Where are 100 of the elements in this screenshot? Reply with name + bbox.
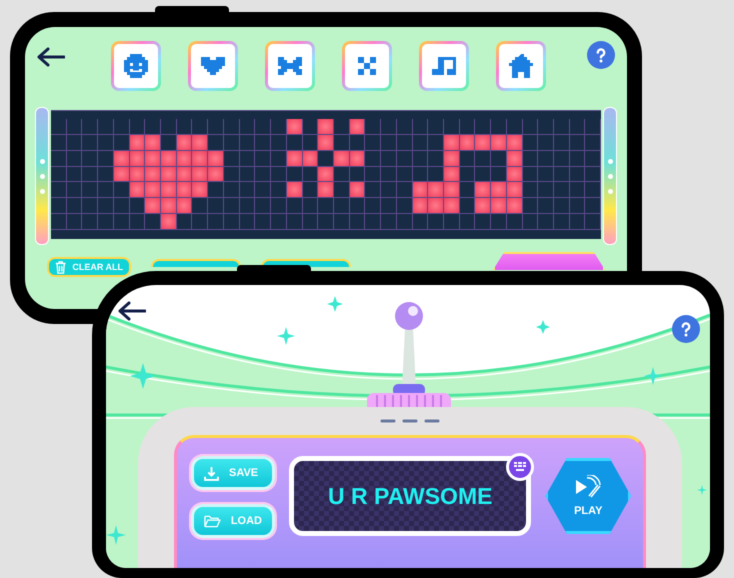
grid-cell[interactable] <box>475 150 492 167</box>
grid-cell[interactable] <box>554 182 570 198</box>
grid-cell[interactable] <box>192 214 208 230</box>
grid-cell[interactable] <box>286 119 302 135</box>
grid-cell[interactable] <box>522 214 538 230</box>
clear-all-button[interactable]: CLEAR ALL <box>47 257 131 277</box>
grid-cell[interactable] <box>114 214 130 230</box>
grid-cell[interactable] <box>506 182 523 198</box>
grid-cell[interactable] <box>240 198 256 214</box>
grid-cell[interactable] <box>208 134 224 151</box>
grid-cell[interactable] <box>460 198 476 214</box>
grid-cell[interactable] <box>302 214 318 230</box>
grid-cell[interactable] <box>161 166 177 182</box>
grid-cell[interactable] <box>412 182 428 198</box>
grid-cell[interactable] <box>381 198 397 214</box>
grid-cell[interactable] <box>240 119 256 135</box>
grid-cell[interactable] <box>491 166 507 182</box>
grid-cell[interactable] <box>381 134 397 151</box>
grid-cell[interactable] <box>318 182 334 198</box>
grid-cell[interactable] <box>271 166 287 182</box>
grid-cell[interactable] <box>208 214 224 230</box>
grid-cell[interactable] <box>114 198 130 214</box>
grid-cell[interactable] <box>475 166 492 182</box>
grid-cell[interactable] <box>538 182 554 198</box>
grid-cell[interactable] <box>585 119 602 135</box>
grid-cell[interactable] <box>475 182 492 198</box>
grid-cell[interactable] <box>396 119 413 135</box>
grid-cell[interactable] <box>51 198 67 214</box>
grid-cell[interactable] <box>350 198 366 214</box>
grid-cell[interactable] <box>538 214 554 230</box>
grid-cell[interactable] <box>365 182 382 198</box>
keyboard-button[interactable] <box>506 453 534 481</box>
category-button[interactable] <box>111 41 161 91</box>
grid-cell[interactable] <box>318 214 334 230</box>
grid-cell[interactable] <box>286 198 302 214</box>
grid-cell[interactable] <box>554 119 570 135</box>
grid-cell[interactable] <box>240 182 256 198</box>
grid-cell[interactable] <box>224 182 240 198</box>
grid-cell[interactable] <box>255 198 272 214</box>
grid-cell[interactable] <box>428 182 444 198</box>
grid-cell[interactable] <box>365 119 382 135</box>
grid-cell[interactable] <box>460 214 476 230</box>
grid-cell[interactable] <box>255 166 272 182</box>
grid-cell[interactable] <box>271 134 287 151</box>
grid-cell[interactable] <box>51 119 67 135</box>
grid-cell[interactable] <box>428 214 444 230</box>
grid-cell[interactable] <box>491 150 507 167</box>
grid-cell[interactable] <box>506 119 523 135</box>
grid-cell[interactable] <box>145 119 162 135</box>
grid-cell[interactable] <box>428 119 444 135</box>
grid-cell[interactable] <box>145 214 162 230</box>
grid-cell[interactable] <box>428 134 444 151</box>
grid-cell[interactable] <box>334 198 350 214</box>
back-arrow-icon[interactable] <box>37 47 65 67</box>
grid-cell[interactable] <box>318 198 334 214</box>
grid-cell[interactable] <box>522 198 538 214</box>
grid-cell[interactable] <box>554 134 570 151</box>
grid-cell[interactable] <box>192 166 208 182</box>
load-button[interactable]: LOAD <box>191 504 275 538</box>
grid-cell[interactable] <box>334 119 350 135</box>
grid-cell[interactable] <box>130 119 146 135</box>
grid-cell[interactable] <box>491 119 507 135</box>
grid-cell[interactable] <box>255 150 272 167</box>
save-button[interactable]: SAVE <box>191 456 275 490</box>
grid-cell[interactable] <box>145 166 162 182</box>
grid-cell[interactable] <box>192 119 208 135</box>
category-button[interactable] <box>496 41 546 91</box>
grid-cell[interactable] <box>570 198 586 214</box>
grid-cell[interactable] <box>334 214 350 230</box>
grid-cell[interactable] <box>365 150 382 167</box>
grid-cell[interactable] <box>585 182 602 198</box>
grid-cell[interactable] <box>491 134 507 151</box>
grid-cell[interactable] <box>51 214 67 230</box>
grid-cell[interactable] <box>522 119 538 135</box>
grid-cell[interactable] <box>98 214 114 230</box>
category-button[interactable] <box>419 41 469 91</box>
grid-cell[interactable] <box>176 119 192 135</box>
grid-cell[interactable] <box>145 198 162 214</box>
grid-cell[interactable] <box>114 119 130 135</box>
grid-cell[interactable] <box>475 134 492 151</box>
grid-cell[interactable] <box>350 182 366 198</box>
grid-cell[interactable] <box>208 119 224 135</box>
grid-cell[interactable] <box>192 198 208 214</box>
grid-cell[interactable] <box>161 214 177 230</box>
grid-cell[interactable] <box>302 198 318 214</box>
grid-cell[interactable] <box>444 198 460 214</box>
grid-cell[interactable] <box>570 214 586 230</box>
grid-cell[interactable] <box>82 134 98 151</box>
grid-cell[interactable] <box>271 182 287 198</box>
grid-cell[interactable] <box>318 150 334 167</box>
help-button[interactable] <box>672 315 700 343</box>
grid-cell[interactable] <box>98 166 114 182</box>
grid-cell[interactable] <box>161 119 177 135</box>
play-button[interactable]: PLAY <box>545 458 631 534</box>
grid-cell[interactable] <box>240 214 256 230</box>
grid-cell[interactable] <box>444 214 460 230</box>
grid-cell[interactable] <box>192 182 208 198</box>
grid-cell[interactable] <box>506 214 523 230</box>
grid-cell[interactable] <box>130 182 146 198</box>
grid-cell[interactable] <box>318 134 334 151</box>
